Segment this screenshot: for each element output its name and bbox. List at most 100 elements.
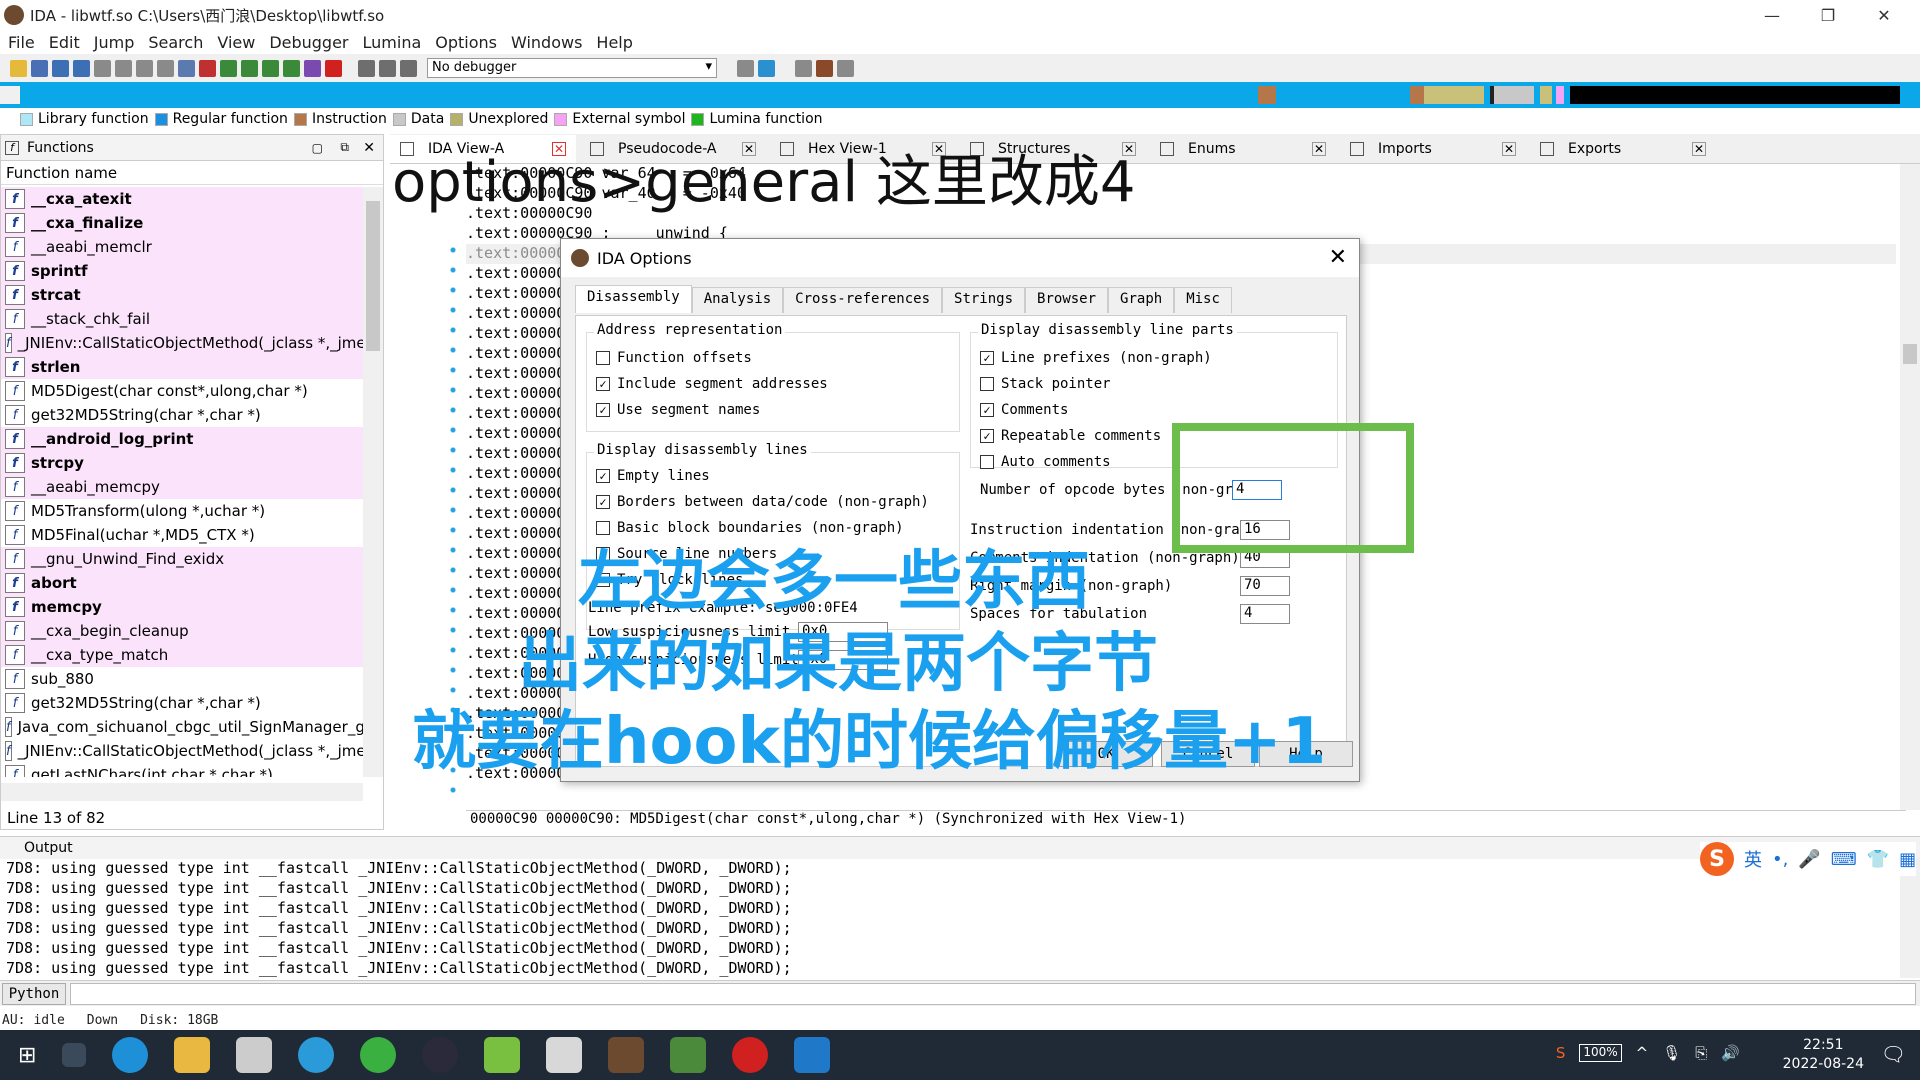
checkbox-box[interactable]: [980, 455, 994, 469]
function-item[interactable]: f getLastNChars(int,char *,char *): [1, 763, 363, 777]
minimize-button[interactable]: —: [1744, 0, 1800, 30]
tab-imports[interactable]: Imports ✕: [1340, 135, 1526, 163]
tab-close-icon[interactable]: ✕: [1502, 141, 1516, 156]
gda-icon[interactable]: [732, 1037, 769, 1073]
app-icon[interactable]: [422, 1037, 459, 1073]
use-segment-names-checkbox[interactable]: ✓ Use segment names: [596, 402, 760, 418]
function-item[interactable]: f get32MD5String(char *,char *): [1, 403, 363, 427]
scroll-thumb[interactable]: [1903, 344, 1917, 364]
menu-search[interactable]: Search: [148, 33, 203, 52]
network-icon[interactable]: ⎘: [1695, 1044, 1707, 1062]
function-item[interactable]: f __cxa_type_match: [1, 643, 363, 667]
checkbox-box[interactable]: ✓: [596, 377, 610, 391]
plugin-icon[interactable]: [304, 59, 321, 77]
dialog-tab-graph[interactable]: Graph: [1108, 287, 1175, 313]
keyboard-icon[interactable]: ⌨: [1831, 849, 1857, 870]
xref-icon[interactable]: [262, 59, 279, 77]
text-search-icon[interactable]: [136, 59, 153, 77]
maximize-button[interactable]: ❐: [1800, 0, 1856, 30]
function-item[interactable]: f strcat: [1, 283, 363, 307]
tool-icon[interactable]: [546, 1037, 583, 1073]
close-panel-icon[interactable]: ✕: [363, 140, 375, 156]
float-icon[interactable]: ▢: [312, 141, 323, 155]
output-scrollbar[interactable]: [1900, 858, 1920, 978]
checkbox-box[interactable]: [596, 521, 610, 535]
right-margin-input[interactable]: 70: [1240, 576, 1290, 596]
restore-icon[interactable]: ⧉: [340, 140, 349, 155]
open-icon[interactable]: [10, 59, 27, 77]
python-input[interactable]: [70, 982, 1916, 1005]
checkbox-box[interactable]: ✓: [980, 429, 994, 443]
menu-edit[interactable]: Edit: [49, 33, 80, 52]
dialog-tab-strings[interactable]: Strings: [942, 287, 1026, 313]
sogou-icon[interactable]: S: [1700, 842, 1734, 876]
function-item[interactable]: f __cxa_finalize: [1, 211, 363, 235]
function-item[interactable]: f strcpy: [1, 451, 363, 475]
function-item[interactable]: f __stack_chk_fail: [1, 307, 363, 331]
mic-tray-icon[interactable]: 🎙: [1662, 1044, 1681, 1062]
function-item[interactable]: f MD5Final(uchar *,MD5_CTX *): [1, 523, 363, 547]
menu-view[interactable]: View: [217, 33, 255, 52]
android-icon[interactable]: [484, 1037, 521, 1073]
tab-exports[interactable]: Exports ✕: [1530, 135, 1716, 163]
stop-debug-icon[interactable]: [400, 59, 417, 77]
python-button[interactable]: Python: [2, 982, 66, 1005]
checkbox-box[interactable]: ✓: [980, 351, 994, 365]
tab-close-icon[interactable]: ✕: [1692, 141, 1706, 156]
battery-indicator[interactable]: 100%: [1579, 1044, 1622, 1062]
ime-punct[interactable]: •,: [1772, 849, 1788, 870]
scroll-thumb[interactable]: [366, 201, 380, 351]
function-item[interactable]: f memcpy: [1, 595, 363, 619]
function-item[interactable]: f __cxa_atexit: [1, 187, 363, 211]
function-list-scrollbar[interactable]: [363, 187, 383, 777]
search-icon[interactable]: [115, 59, 132, 77]
tab-spaces-input[interactable]: 4: [1240, 604, 1290, 624]
task-view-icon[interactable]: [62, 1043, 87, 1067]
menu-debugger[interactable]: Debugger: [269, 33, 348, 52]
basic-block-checkbox[interactable]: Basic block boundaries (non-graph): [596, 520, 904, 536]
empty-lines-checkbox[interactable]: ✓ Empty lines: [596, 468, 710, 484]
dialog-tab-analysis[interactable]: Analysis: [691, 287, 784, 313]
function-item[interactable]: f __gnu_Unwind_Find_exidx: [1, 547, 363, 571]
checkbox-box[interactable]: [980, 377, 994, 391]
edge-icon[interactable]: [112, 1037, 149, 1073]
volume-icon[interactable]: 🔊: [1721, 1044, 1740, 1062]
pause-icon[interactable]: [379, 59, 396, 77]
code-icon[interactable]: [178, 59, 195, 77]
function-item[interactable]: f _JNIEnv::CallStaticObjectMethod(_jclass…: [1, 331, 363, 355]
graph-icon[interactable]: [283, 59, 300, 77]
menu-help[interactable]: Help: [596, 33, 632, 52]
vscode-icon[interactable]: [794, 1037, 831, 1073]
attach-icon[interactable]: [758, 59, 775, 77]
function-list[interactable]: f __cxa_atexit f __cxa_finalize f __aeabi_mem…: [1, 187, 363, 777]
play-icon[interactable]: [358, 59, 375, 77]
func-icon[interactable]: [241, 59, 258, 77]
menu-lumina[interactable]: Lumina: [363, 33, 422, 52]
function-offsets-checkbox[interactable]: Function offsets: [596, 350, 752, 366]
ime-toolbar[interactable]: S 英 •, 🎤 ⌨ 👕 ▦: [1700, 842, 1917, 876]
notifications-icon[interactable]: 🗨: [1881, 1042, 1906, 1066]
output-log[interactable]: 7D8: using guessed type int __fastcall _…: [0, 859, 1920, 979]
file-explorer-icon[interactable]: [174, 1037, 211, 1073]
auto-comments-checkbox[interactable]: Auto comments: [980, 454, 1111, 470]
stop-icon[interactable]: [325, 59, 342, 77]
store-icon[interactable]: [236, 1037, 273, 1073]
dialog-tab-cross-references[interactable]: Cross-references: [783, 287, 943, 313]
function-list-hscroll[interactable]: [1, 783, 363, 801]
close-window-button[interactable]: ✕: [1856, 0, 1912, 30]
skin-icon[interactable]: 👕: [1867, 849, 1889, 870]
tab-close-icon[interactable]: ✕: [1312, 141, 1326, 156]
repeatable-comments-checkbox[interactable]: ✓ Repeatable comments: [980, 428, 1161, 444]
listing-scrollbar[interactable]: [1900, 164, 1920, 810]
save-icon[interactable]: [31, 59, 48, 77]
function-name-header[interactable]: Function name: [1, 161, 383, 185]
windows-start-icon[interactable]: ⊞: [18, 1043, 36, 1068]
menu-file[interactable]: File: [8, 33, 35, 52]
stack-pointer-checkbox[interactable]: Stack pointer: [980, 376, 1111, 392]
function-item[interactable]: f abort: [1, 571, 363, 595]
function-item[interactable]: f get32MD5String(char *,char *): [1, 691, 363, 715]
editor-icon[interactable]: [670, 1037, 707, 1073]
checkbox-box[interactable]: [596, 351, 610, 365]
menu-windows[interactable]: Windows: [511, 33, 582, 52]
jump-icon[interactable]: [94, 59, 111, 77]
